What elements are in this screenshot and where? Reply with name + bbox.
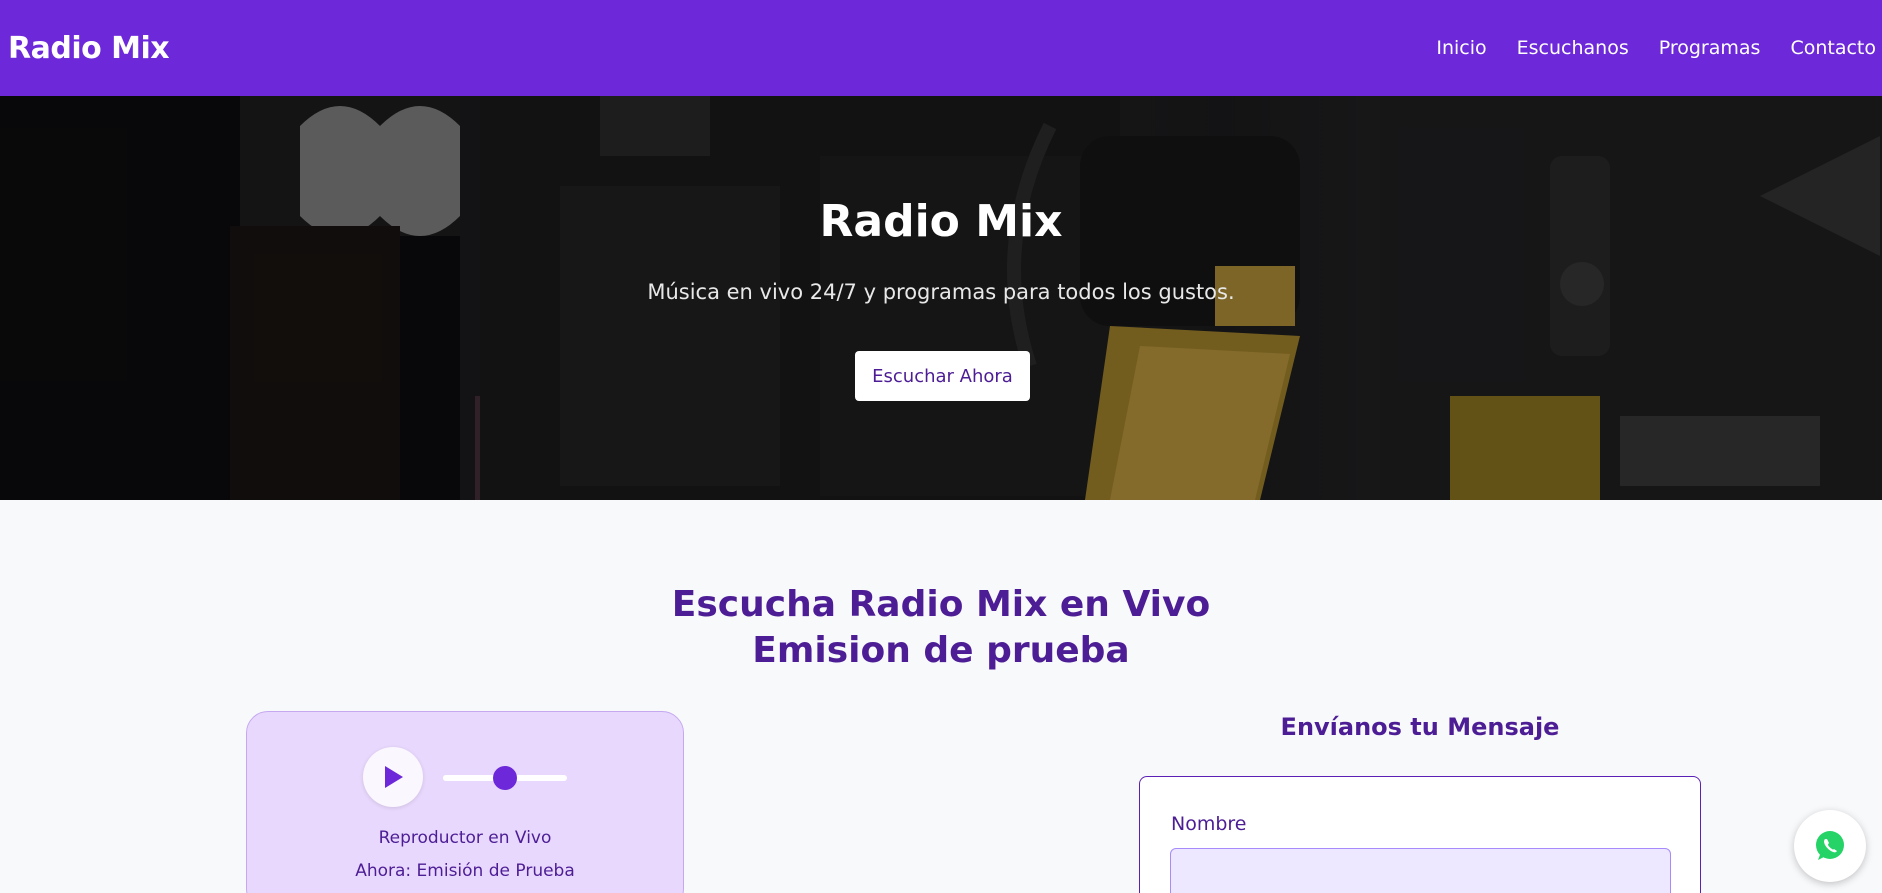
message-section-title: Envíanos tu Mensaje xyxy=(1280,713,1560,741)
hero-title: Radio Mix xyxy=(819,196,1063,247)
now-playing-text: Ahora: Emisión de Prueba xyxy=(355,861,575,881)
hero-content: Radio Mix Música en vivo 24/7 y programa… xyxy=(0,96,1882,500)
nav-links: Inicio Escuchanos Programas Contacto xyxy=(1406,37,1876,59)
hero-section: Radio Mix Música en vivo 24/7 y programa… xyxy=(0,96,1882,500)
player-card: Reproductor en Vivo Ahora: Emisión de Pr… xyxy=(246,711,684,893)
player-label: Reproductor en Vivo xyxy=(378,828,552,848)
play-icon xyxy=(385,766,403,788)
play-button[interactable] xyxy=(363,747,423,807)
brand-logo[interactable]: Radio Mix xyxy=(8,31,170,66)
volume-slider[interactable] xyxy=(443,766,567,790)
hero-subtitle: Música en vivo 24/7 y programas para tod… xyxy=(647,280,1235,304)
nav-link-escuchanos[interactable]: Escuchanos xyxy=(1517,37,1629,59)
listen-now-button[interactable]: Escuchar Ahora xyxy=(855,351,1030,401)
nav-link-inicio[interactable]: Inicio xyxy=(1436,37,1486,59)
nav-link-contacto[interactable]: Contacto xyxy=(1790,37,1876,59)
whatsapp-icon xyxy=(1816,831,1844,860)
message-form: Nombre xyxy=(1139,776,1701,893)
volume-slider-handle[interactable] xyxy=(493,766,517,790)
listen-title-line1: Escucha Radio Mix en Vivo xyxy=(671,584,1211,625)
navbar: Radio Mix Inicio Escuchanos Programas Co… xyxy=(0,0,1882,96)
listen-title-line2: Emision de prueba xyxy=(752,630,1130,671)
name-input[interactable] xyxy=(1170,848,1671,893)
name-field-label: Nombre xyxy=(1171,813,1247,835)
listen-live-title: Escucha Radio Mix en Vivo Emision de pru… xyxy=(0,582,1882,674)
nav-link-programas[interactable]: Programas xyxy=(1659,37,1761,59)
whatsapp-button[interactable] xyxy=(1794,810,1866,882)
